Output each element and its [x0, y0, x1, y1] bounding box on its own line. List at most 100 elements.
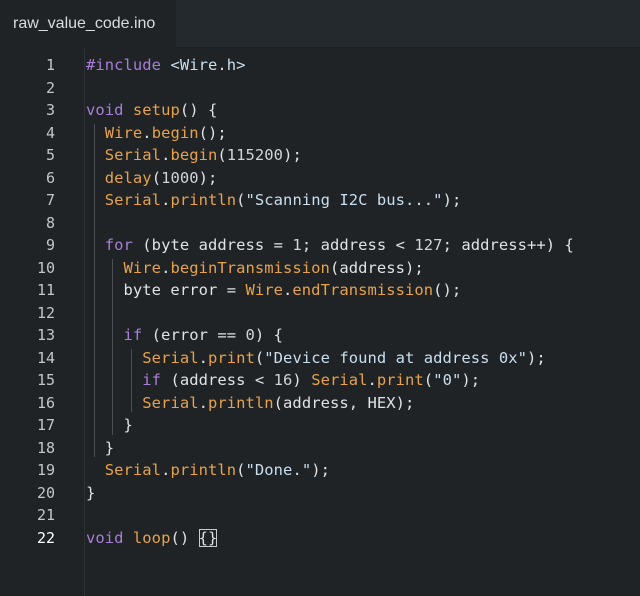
code-line[interactable]: 5 Serial.begin(115200); [0, 144, 640, 167]
tab-file[interactable]: raw_value_code.ino [0, 0, 176, 48]
code-token: (address, HEX); [273, 393, 415, 412]
line-number: 11 [36, 281, 55, 300]
code-token: Serial [104, 146, 162, 165]
code-token: () { [179, 101, 218, 120]
code-token: . [198, 348, 208, 367]
code-line[interactable]: 12 [0, 302, 640, 325]
code-token: begin [151, 123, 199, 142]
code-token: void [86, 101, 133, 120]
code-line[interactable]: 13 if (error == 0) { [0, 324, 640, 347]
code-token: ); [198, 168, 218, 187]
code-token: ( [423, 371, 434, 390]
code-token: "0" [433, 371, 462, 390]
code-token: ); [461, 371, 481, 390]
cursor-bracket: {} [198, 528, 218, 547]
code-token: ( [254, 348, 265, 367]
code-token: println [207, 393, 274, 412]
code-token: setup [132, 101, 180, 120]
code-line[interactable]: 17 } [0, 414, 640, 437]
code-token: (byte address = [132, 236, 293, 255]
code-token: (); [198, 123, 227, 142]
line-number: 19 [36, 461, 55, 480]
code-line[interactable]: 14 Serial.print("Device found at address… [0, 347, 640, 370]
code-token: println [170, 461, 237, 480]
code-line[interactable]: 4 Wire.begin(); [0, 122, 640, 145]
code-token: 0 [245, 326, 255, 345]
code-line[interactable]: 16 Serial.println(address, HEX); [0, 392, 640, 415]
code-line[interactable]: 7 Serial.println("Scanning I2C bus..."); [0, 189, 640, 212]
code-token: (address); [329, 258, 424, 277]
code-token: Serial [311, 371, 368, 390]
code-token: ; address++) { [442, 236, 574, 255]
code-text: Wire.beginTransmission(address); [86, 259, 424, 277]
code-token: . [142, 123, 152, 142]
code-token: . [198, 393, 208, 412]
indent-guide [112, 258, 113, 435]
code-line[interactable]: 19 Serial.println("Done."); [0, 459, 640, 482]
line-number: 15 [36, 371, 55, 390]
code-line[interactable]: 9 for (byte address = 1; address < 127; … [0, 234, 640, 257]
code-token: Serial [142, 393, 199, 412]
code-line[interactable]: 22 void loop() {} [0, 527, 640, 550]
code-token: println [170, 191, 237, 210]
code-token: ) [292, 371, 312, 390]
line-number: 14 [36, 348, 55, 367]
code-token: print [376, 371, 424, 390]
line-number: 20 [36, 483, 55, 502]
code-line[interactable]: 20} [0, 482, 640, 505]
code-token: 1000 [161, 168, 199, 187]
code-line[interactable]: 3 void setup() { [0, 99, 640, 122]
indent-guide [131, 348, 132, 412]
code-token: 1 [292, 236, 302, 255]
code-token: . [367, 371, 377, 390]
code-token: ( [151, 168, 162, 187]
code-text: delay(1000); [86, 168, 218, 187]
code-text: byte error = Wire.endTransmission(); [86, 281, 462, 300]
code-editor[interactable]: 1 #include <Wire.h> 2 3 void setup() {4 Wire… [0, 48, 640, 596]
code-token: "Done." [245, 461, 312, 480]
code-text: Wire.begin(); [86, 124, 227, 142]
code-token: ( [236, 461, 246, 480]
code-token: byte error = [86, 281, 246, 300]
code-text: #include <Wire.h> [86, 56, 246, 74]
code-text: if (address < 16) Serial.print("0"); [86, 371, 480, 389]
code-token: ( [236, 191, 246, 210]
code-line[interactable]: 8 [0, 212, 640, 235]
code-token: 16 [273, 371, 293, 390]
code-text: Serial.println(address, HEX); [86, 394, 414, 412]
line-number: 7 [45, 191, 55, 210]
code-line[interactable]: 1 #include <Wire.h> [0, 54, 640, 77]
code-token: ); [311, 461, 330, 480]
code-token: print [207, 348, 255, 367]
code-line[interactable]: 2 [0, 77, 640, 100]
code-token: loop [132, 528, 171, 547]
line-number: 1 [45, 56, 55, 75]
code-line[interactable]: 10 Wire.beginTransmission(address); [0, 257, 640, 280]
code-token: Serial [104, 191, 162, 210]
code-token: #include [86, 56, 171, 75]
code-token: ) { [254, 326, 284, 345]
code-line[interactable]: 21 [0, 504, 640, 527]
code-line[interactable]: 15 if (address < 16) Serial.print("0"); [0, 369, 640, 392]
line-number: 4 [45, 123, 55, 142]
code-line[interactable]: 6 delay(1000); [0, 167, 640, 190]
code-line[interactable]: 18 } [0, 437, 640, 460]
code-token: Wire [104, 123, 143, 142]
code-line[interactable]: 11 byte error = Wire.endTransmission(); [0, 279, 640, 302]
code-token: begin [170, 146, 218, 165]
code-token: delay [104, 168, 152, 187]
code-token: void [86, 528, 133, 547]
code-text: Serial.println("Scanning I2C bus..."); [86, 191, 462, 210]
code-token: Wire [245, 281, 284, 300]
line-number: 3 [45, 101, 55, 120]
code-token: Serial [142, 348, 199, 367]
line-number: 13 [36, 326, 55, 345]
line-number: 21 [36, 506, 55, 525]
code-token: ( [217, 146, 227, 165]
